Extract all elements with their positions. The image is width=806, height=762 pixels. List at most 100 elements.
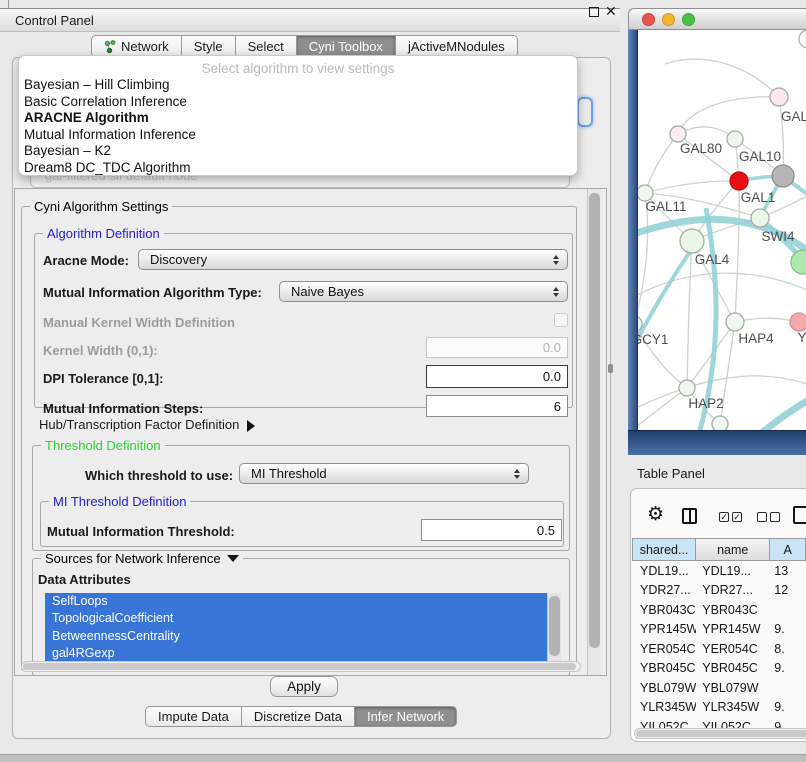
table-cell[interactable]: 8. (770, 642, 806, 656)
column-header-a[interactable]: A (770, 538, 806, 561)
minimize-traffic-light-icon[interactable] (662, 13, 675, 26)
table-cell[interactable]: YDL19... (696, 564, 770, 578)
split-columns-icon[interactable] (682, 508, 697, 524)
table-cell[interactable]: YDR27... (696, 583, 770, 597)
algorithm-option-bayesian-hill-climbing[interactable]: Bayesian – Hill Climbing (19, 77, 577, 94)
table-cell[interactable]: YBR045C (696, 661, 770, 675)
attribute-item-gal4rgexp[interactable]: gal4RGexp (45, 645, 547, 662)
settings-horizontal-scrollbar[interactable] (21, 661, 581, 672)
network-node-hap4[interactable] (726, 313, 744, 331)
network-node-gal4[interactable] (680, 229, 704, 253)
table-row[interactable]: YPR145WYPR145W9. (632, 620, 806, 640)
checked-checkbox-icon[interactable]: ✓ (719, 512, 729, 522)
network-node-gal10[interactable] (727, 131, 743, 147)
table-cell[interactable]: YDL19... (632, 564, 696, 578)
attribute-item-betweennesscentrality[interactable]: BetweennessCentrality (45, 628, 547, 645)
table-horizontal-scrollbar[interactable] (634, 728, 806, 739)
network-edge[interactable] (687, 241, 692, 388)
attribute-item-selfloops[interactable]: SelfLoops (45, 593, 547, 610)
network-node-gal1[interactable] (730, 172, 748, 190)
network-node-swi4[interactable] (751, 209, 769, 227)
network-node[interactable] (772, 165, 794, 187)
table-row[interactable]: YBL079WYBL079W (632, 678, 806, 698)
table-cell[interactable]: 9. (770, 720, 806, 728)
table-cell[interactable]: YPR145W (696, 622, 770, 636)
table-cell[interactable]: YDR27... (632, 583, 696, 597)
mi-type-combobox[interactable]: Naive Bayes (279, 281, 568, 302)
close-icon[interactable]: ✕ (605, 3, 617, 20)
attribute-list-scrollbar[interactable] (547, 593, 561, 665)
hub-section-toggle[interactable]: Hub/Transcription Factor Definition (39, 417, 255, 432)
tab-infer-network[interactable]: Infer Network (355, 706, 457, 727)
table-row[interactable]: YDR27...YDR27...12 (632, 581, 806, 601)
tab-impute-data[interactable]: Impute Data (145, 706, 242, 727)
network-edge[interactable] (665, 59, 779, 97)
algorithm-option-dream8-dc-tdc-algorithm[interactable]: Dream8 DC_TDC Algorithm (19, 160, 577, 177)
checked-checkbox-icon[interactable]: ✓ (732, 512, 742, 522)
table-cell[interactable]: YIL052C (632, 720, 696, 728)
which-threshold-combobox[interactable]: MI Threshold (239, 463, 529, 484)
table-cell[interactable]: YER054C (696, 642, 770, 656)
table-cell[interactable]: YBR043C (696, 603, 770, 617)
network-node[interactable] (799, 30, 806, 48)
table-row[interactable]: YBR043CYBR043C (632, 600, 806, 620)
table-cell[interactable]: 9. (770, 622, 806, 636)
apply-button[interactable]: Apply (270, 676, 338, 697)
network-node-gal[interactable] (770, 88, 788, 106)
algorithm-option-basic-correlation-inference[interactable]: Basic Correlation Inference (19, 94, 577, 111)
table-cell[interactable]: YBL079W (696, 681, 770, 695)
table-row[interactable]: YDL19...YDL19...13 (632, 561, 806, 581)
zoom-traffic-light-icon[interactable] (682, 13, 695, 26)
network-window-titlebar[interactable] (628, 8, 806, 30)
table-cell[interactable]: YER054C (632, 642, 696, 656)
table-row[interactable]: YBR045CYBR045C9. (632, 659, 806, 679)
table-cell[interactable]: 13 (770, 564, 806, 578)
unchecked-checkbox-icon[interactable] (770, 512, 780, 522)
table-row[interactable]: YIL052CYIL052C9. (632, 717, 806, 728)
table-cell[interactable]: YLR345W (632, 700, 696, 714)
network-node-hap2[interactable] (679, 380, 695, 396)
table-cell[interactable]: YBR043C (632, 603, 696, 617)
network-canvas[interactable]: GALGAL80GAL10GAL1GAL11SWI4GAL4GCY1HAP4YH… (638, 30, 806, 430)
network-edge[interactable] (638, 388, 687, 430)
sources-group-title[interactable]: Sources for Network Inference (41, 551, 243, 566)
table-cell[interactable]: YBR045C (632, 661, 696, 675)
settings-vertical-scrollbar[interactable] (587, 189, 601, 675)
table-cell[interactable]: YPR145W (632, 622, 696, 636)
panel-splitter-handle[interactable] (608, 364, 613, 373)
network-node-gal80[interactable] (670, 126, 686, 142)
algorithm-option-mutual-information-inference[interactable]: Mutual Information Inference (19, 127, 577, 144)
network-node-y[interactable] (790, 313, 806, 331)
table-cell[interactable]: YBL079W (632, 681, 696, 695)
network-node[interactable] (791, 250, 806, 274)
network-edge-highlighted[interactable] (758, 398, 806, 430)
page-icon[interactable] (793, 506, 806, 524)
table-cell[interactable]: YIL052C (696, 720, 770, 728)
algorithm-option-bayesian-k2[interactable]: Bayesian – K2 (19, 143, 577, 160)
mi-threshold-field[interactable]: 0.5 (421, 519, 562, 541)
dpi-tolerance-field[interactable]: 0.0 (426, 365, 568, 388)
network-node[interactable] (712, 416, 728, 430)
table-cell[interactable]: YLR345W (696, 700, 770, 714)
unchecked-checkbox-icon[interactable] (757, 512, 767, 522)
attribute-item-topologicalcoefficient[interactable]: TopologicalCoefficient (45, 610, 547, 627)
float-window-icon[interactable] (589, 7, 599, 17)
aracne-mode-combobox[interactable]: Discovery (138, 249, 568, 270)
network-edge[interactable] (645, 181, 739, 193)
column-header-name[interactable]: name (696, 538, 770, 561)
mi-steps-field[interactable]: 6 (426, 395, 568, 417)
network-edge[interactable] (645, 134, 678, 193)
tab-discretize-data[interactable]: Discretize Data (242, 706, 355, 727)
table-settings-gear-icon[interactable]: ⚙ (647, 503, 664, 526)
network-edge[interactable] (735, 181, 739, 322)
table-cell[interactable]: 9. (770, 700, 806, 714)
table-row[interactable]: YER054CYER054C8. (632, 639, 806, 659)
algorithm-option-aracne-algorithm[interactable]: ARACNE Algorithm (19, 110, 577, 127)
table-row[interactable]: YLR345WYLR345W9. (632, 698, 806, 718)
algorithm-combobox-fragment[interactable] (577, 97, 593, 127)
table-cell[interactable]: 12 (770, 583, 806, 597)
column-header-shared[interactable]: shared... (632, 538, 696, 561)
close-traffic-light-icon[interactable] (642, 13, 655, 26)
table-cell[interactable]: 9. (770, 661, 806, 675)
data-attributes-list[interactable]: SelfLoopsTopologicalCoefficientBetweenne… (45, 593, 547, 665)
